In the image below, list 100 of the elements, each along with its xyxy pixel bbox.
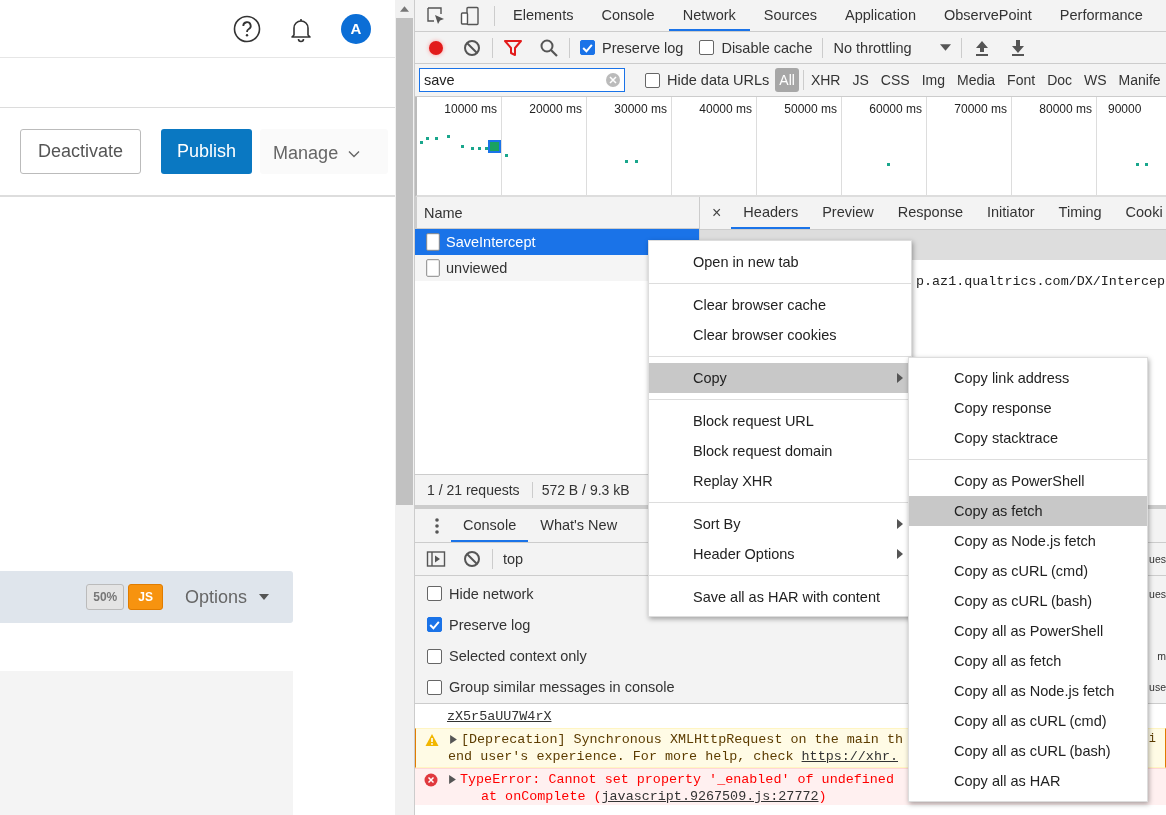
- action-button[interactable]: Publish: [161, 129, 253, 174]
- panel-tab[interactable]: Sources: [749, 0, 832, 31]
- message-link[interactable]: zX5r5aUU7W4rX: [447, 708, 552, 725]
- panel-tab[interactable]: Console: [587, 0, 669, 31]
- toolbar-checkbox[interactable]: Preserve log: [580, 39, 684, 56]
- menu-item[interactable]: Clear browser cache: [649, 290, 911, 320]
- time-tick-label: 70000 ms: [954, 102, 1007, 118]
- type-filter[interactable]: Doc: [1044, 69, 1076, 91]
- menu-item[interactable]: Copy all as cURL (bash): [909, 736, 1147, 766]
- menu-item[interactable]: Copy as cURL (cmd): [909, 556, 1147, 586]
- expand-icon[interactable]: [449, 775, 456, 784]
- drawer-tab[interactable]: What's New: [528, 509, 630, 542]
- menu-item[interactable]: Copy link address: [909, 363, 1147, 393]
- manage-dropdown[interactable]: Manage: [260, 129, 389, 174]
- inspect-icon[interactable]: [426, 5, 446, 26]
- setting-checkbox[interactable]: Hide network: [427, 585, 534, 602]
- chevron-down-icon: [348, 149, 361, 158]
- type-filter[interactable]: XHR: [807, 69, 844, 91]
- sidebar-icon[interactable]: [426, 549, 446, 569]
- request-row[interactable]: SaveIntercept: [415, 229, 699, 255]
- question-badge[interactable]: 50%: [86, 584, 125, 610]
- clear-icon[interactable]: [462, 37, 482, 58]
- type-filter[interactable]: CSS: [877, 69, 913, 91]
- hide-data-urls-checkbox[interactable]: Hide data URLs: [645, 72, 770, 88]
- menu-item[interactable]: Copy all as HAR: [909, 766, 1147, 796]
- submenu-arrow-icon: [897, 519, 903, 529]
- toolbar-checkbox[interactable]: Disable cache: [699, 39, 813, 56]
- menu-item[interactable]: Copy stacktrace: [909, 423, 1147, 453]
- close-button[interactable]: ×: [712, 197, 732, 229]
- menu-item[interactable]: Copy: [649, 363, 911, 393]
- panel-tab[interactable]: Application: [831, 0, 930, 31]
- status-summary: 1 / 21 requests: [415, 482, 533, 498]
- throttling-select[interactable]: No throttling: [833, 39, 951, 56]
- menu-item[interactable]: Copy as fetch: [909, 496, 1147, 526]
- time-tick-label: 30000 ms: [614, 102, 667, 118]
- time-tick-label: 80000 ms: [1039, 102, 1092, 118]
- type-filter[interactable]: Img: [918, 69, 948, 91]
- time-tick-label: 90000: [1108, 102, 1142, 118]
- menu-item[interactable]: Copy all as PowerShell: [909, 616, 1147, 646]
- action-button[interactable]: Deactivate: [20, 129, 142, 174]
- type-filter[interactable]: JS: [849, 69, 872, 91]
- detail-tab[interactable]: Cooki: [1113, 197, 1166, 229]
- setting-checkbox[interactable]: Selected context only: [427, 648, 587, 665]
- menu-item[interactable]: Copy response: [909, 393, 1147, 423]
- detail-tab[interactable]: Timing: [1046, 197, 1114, 229]
- caret-down-icon: [259, 594, 269, 600]
- menu-item[interactable]: Sort By: [649, 509, 911, 539]
- scrollbar[interactable]: [395, 0, 414, 815]
- expand-icon[interactable]: [450, 735, 457, 744]
- warning-icon: [425, 733, 439, 747]
- menu-item[interactable]: Block request URL: [649, 406, 911, 436]
- request-url: p.az1.qualtrics.com/DX/Intercep: [916, 274, 1166, 289]
- menu-item[interactable]: Header Options: [649, 539, 911, 569]
- type-filter[interactable]: Font: [1004, 69, 1039, 91]
- type-filter[interactable]: WS: [1081, 69, 1110, 91]
- menu-item[interactable]: Copy all as fetch: [909, 646, 1147, 676]
- setting-checkbox[interactable]: Preserve log: [427, 616, 531, 633]
- filter-field[interactable]: save: [419, 68, 625, 92]
- submenu-arrow-icon: [897, 373, 903, 383]
- help-link[interactable]: https://xhr.: [801, 749, 898, 764]
- detail-tab[interactable]: Initiator: [975, 197, 1047, 229]
- scroll-up-icon[interactable]: [400, 6, 409, 12]
- device-icon[interactable]: [460, 5, 480, 26]
- source-link[interactable]: javascript.9267509.js:27772: [601, 789, 819, 804]
- menu-item[interactable]: Clear browser cookies: [649, 320, 911, 350]
- menu-item[interactable]: Copy as Node.js fetch: [909, 526, 1147, 556]
- setting-text: use: [1149, 681, 1166, 694]
- setting-checkbox[interactable]: Group similar messages in console: [427, 679, 675, 696]
- menu-item[interactable]: Copy as cURL (bash): [909, 586, 1147, 616]
- document-icon: [426, 259, 440, 277]
- help-icon[interactable]: [233, 14, 261, 43]
- document-icon: [426, 233, 440, 251]
- column-header[interactable]: Name: [424, 204, 463, 221]
- avatar[interactable]: A: [341, 13, 371, 44]
- context-selector[interactable]: top: [503, 551, 524, 567]
- type-filter[interactable]: Manife: [1115, 69, 1164, 91]
- panel-tab[interactable]: ObservePoint: [930, 0, 1046, 31]
- type-filter[interactable]: Media: [953, 69, 999, 91]
- search-icon[interactable]: [539, 37, 559, 58]
- menu-item[interactable]: Copy all as cURL (cmd): [909, 706, 1147, 736]
- menu-item[interactable]: Save all as HAR with content: [649, 582, 911, 612]
- menu-item[interactable]: Replay XHR: [649, 466, 911, 496]
- panel-tab[interactable]: Performance: [1045, 0, 1157, 31]
- filter-icon[interactable]: [503, 37, 523, 58]
- time-tick-label: 60000 ms: [869, 102, 922, 118]
- time-tick-label: 40000 ms: [699, 102, 752, 118]
- stack-trace: at onComplete (javascript.9267509.js:27772): [481, 788, 827, 805]
- options-dropdown[interactable]: Options: [184, 586, 269, 608]
- detail-tab[interactable]: Preview: [810, 197, 886, 229]
- error-message: TypeError: Cannot set property '_enabled' of undefined: [460, 771, 894, 788]
- menu-item[interactable]: Copy as PowerShell: [909, 466, 1147, 496]
- detail-tab[interactable]: Response: [885, 197, 976, 229]
- menu-item[interactable]: Copy all as Node.js fetch: [909, 676, 1147, 706]
- setting-text: ues: [1149, 587, 1166, 600]
- error-icon: [424, 773, 438, 787]
- menu-item[interactable]: Block request domain: [649, 436, 911, 466]
- clear-icon[interactable]: [462, 549, 482, 569]
- panel-tab[interactable]: Elements: [499, 0, 588, 31]
- submenu-arrow-icon: [897, 549, 903, 559]
- status-summary: 572 B / 9.3 kB: [540, 482, 631, 498]
